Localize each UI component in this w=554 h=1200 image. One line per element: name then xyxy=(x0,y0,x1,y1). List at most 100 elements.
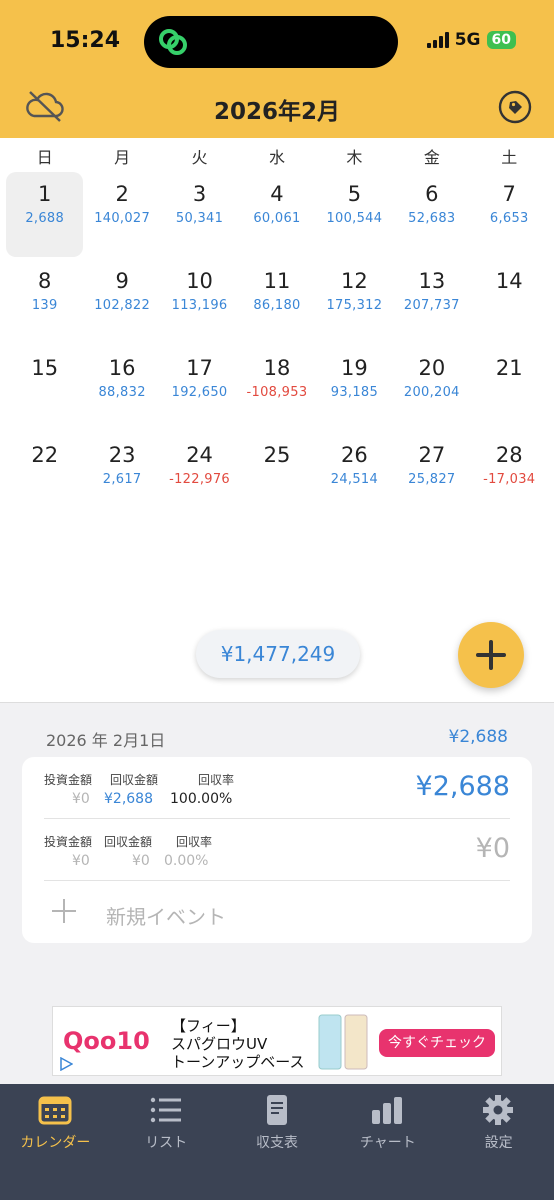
ad-brand: Qoo10 xyxy=(63,1027,150,1055)
tab-label: チャート xyxy=(359,1135,416,1151)
calendar-day[interactable]: 2 140,027 xyxy=(83,172,160,257)
day-number: 6 xyxy=(425,182,439,206)
calendar-day[interactable]: 22 xyxy=(6,433,83,518)
selected-date: 2026 年 2月1日 xyxy=(46,731,166,750)
ad-cta-button[interactable]: 今すぐチェック xyxy=(379,1029,495,1057)
day-number: 24 xyxy=(186,443,213,467)
tag-icon[interactable] xyxy=(498,90,532,124)
calendar-day[interactable]: 28 -17,034 xyxy=(471,433,548,518)
rate-value: 0.00% xyxy=(164,853,209,869)
tab-label: カレンダー xyxy=(20,1135,91,1151)
day-number: 2 xyxy=(115,182,129,206)
tab-balance-sheet[interactable]: 収支表 xyxy=(222,1084,333,1200)
plus-icon xyxy=(52,899,76,923)
calendar-day[interactable]: 12 175,312 xyxy=(316,259,393,344)
bar-chart-icon xyxy=(372,1097,403,1124)
rate-value: 100.00% xyxy=(170,791,233,807)
day-value: 207,737 xyxy=(403,298,460,313)
day-value: 50,341 xyxy=(175,211,224,226)
day-number: 4 xyxy=(270,182,284,206)
tab-chart[interactable]: チャート xyxy=(332,1084,443,1200)
monthly-total[interactable]: ¥1,477,249 xyxy=(196,630,360,678)
signal-icon xyxy=(426,32,449,48)
day-number: 21 xyxy=(495,356,523,380)
day-value: 100,544 xyxy=(326,211,383,226)
return-label: 回収金額 xyxy=(104,835,153,849)
calendar-day[interactable]: 19 93,185 xyxy=(316,346,393,431)
calendar-day[interactable]: 3 50,341 xyxy=(161,172,238,257)
calendar-day[interactable]: 17 192,650 xyxy=(161,346,238,431)
ad-line: 【フィー】 xyxy=(171,1017,246,1035)
calendar-day[interactable]: 11 86,180 xyxy=(238,259,315,344)
calendar-day[interactable]: 9 102,822 xyxy=(83,259,160,344)
calendar-day[interactable]: 14 xyxy=(471,259,548,344)
day-number: 1 xyxy=(38,182,52,206)
calendar-day[interactable]: 24 -122,976 xyxy=(161,433,238,518)
day-value: 60,061 xyxy=(253,211,301,226)
calendar-week: 15 16 88,832 17 192,650 18 -108,953 19 93,185 20 2… xyxy=(6,346,548,433)
day-number: 18 xyxy=(263,356,291,380)
weekday-label: 月 xyxy=(114,148,131,167)
page-title[interactable]: 2026年2月 xyxy=(0,92,554,126)
calendar-day[interactable]: 7 6,653 xyxy=(471,172,548,257)
return-value: ¥2,688 xyxy=(104,791,153,807)
calendar-day[interactable]: 25 xyxy=(238,433,315,518)
calendar-day[interactable]: 21 xyxy=(471,346,548,431)
calendar-day[interactable]: 6 52,683 xyxy=(393,172,470,257)
day-number: 22 xyxy=(31,443,59,467)
tab-list[interactable]: リスト xyxy=(111,1084,222,1200)
day-number: 28 xyxy=(495,443,523,467)
return-label: 回収金額 xyxy=(110,773,159,787)
event-row[interactable]: 投資金額 回収金額 回収率 ¥0 ¥2,688 100.00% ¥2,688 xyxy=(44,757,510,819)
calendar-day[interactable]: 18 -108,953 xyxy=(238,346,315,431)
calendar-day[interactable]: 1 2,688 xyxy=(6,172,84,257)
calendar-day[interactable]: 27 25,827 xyxy=(393,433,470,518)
new-event-label: 新規イベント xyxy=(106,905,226,929)
calendar-day[interactable]: 16 88,832 xyxy=(83,346,160,431)
calendar-day[interactable]: 8 139 xyxy=(6,259,83,344)
status-time: 15:24 xyxy=(50,28,121,53)
day-number: 10 xyxy=(186,269,213,293)
day-number: 3 xyxy=(192,182,207,206)
calendar-day[interactable]: 13 207,737 xyxy=(393,259,470,344)
tab-calendar[interactable]: カレンダー xyxy=(0,1084,111,1200)
tab-settings[interactable]: 設定 xyxy=(443,1084,554,1200)
day-number: 25 xyxy=(263,443,291,467)
day-value: 25,827 xyxy=(408,472,456,487)
day-value: 102,822 xyxy=(94,298,151,313)
day-value: 24,514 xyxy=(330,472,379,487)
ad-info-icon[interactable] xyxy=(59,1057,73,1071)
day-value: 113,196 xyxy=(171,298,228,313)
list-icon xyxy=(150,1097,181,1123)
calendar-week: 22 23 2,617 24 -122,976 25 26 24,514 27 25,827 28 -… xyxy=(6,433,548,520)
calendar-day[interactable]: 4 60,061 xyxy=(238,172,315,257)
event-card: 投資金額 回収金額 回収率 ¥0 ¥2,688 100.00% ¥2,688 投… xyxy=(22,757,532,943)
day-value: -17,034 xyxy=(483,472,536,487)
invest-label: 投資金額 xyxy=(44,773,93,787)
document-icon xyxy=(266,1095,287,1125)
day-value: 88,832 xyxy=(98,385,146,400)
new-event-row[interactable]: 新規イベント xyxy=(44,881,510,943)
day-value: 6,653 xyxy=(489,211,529,226)
rate-label: 回収率 xyxy=(198,773,235,787)
day-number: 19 xyxy=(341,356,368,380)
calendar-day[interactable]: 23 2,617 xyxy=(83,433,160,518)
day-value xyxy=(238,472,315,488)
day-value: 93,185 xyxy=(330,385,379,400)
day-number: 8 xyxy=(38,269,52,293)
event-row[interactable]: 投資金額 回収金額 回収率 ¥0 ¥0 0.00% ¥0 xyxy=(44,819,510,881)
calendar-day[interactable]: 20 200,204 xyxy=(393,346,470,431)
ad-line: トーンアップベース xyxy=(171,1053,305,1071)
day-number: 15 xyxy=(31,356,59,380)
day-value: 140,027 xyxy=(94,211,151,226)
add-button[interactable] xyxy=(458,622,524,688)
weekday-label: 火 xyxy=(191,148,208,167)
calendar-day[interactable]: 26 24,514 xyxy=(316,433,393,518)
network-type: 5G xyxy=(454,30,481,50)
day-value: 139 xyxy=(31,298,58,313)
calendar-day[interactable]: 5 100,544 xyxy=(316,172,393,257)
calendar-day[interactable]: 10 113,196 xyxy=(161,259,238,344)
calendar-day[interactable]: 15 xyxy=(6,346,83,431)
invest-value: ¥0 xyxy=(72,853,90,869)
ad-banner[interactable]: Qoo10 【フィー】 スパグロウUV トーンアップベース 今すぐチェック xyxy=(52,1006,502,1076)
